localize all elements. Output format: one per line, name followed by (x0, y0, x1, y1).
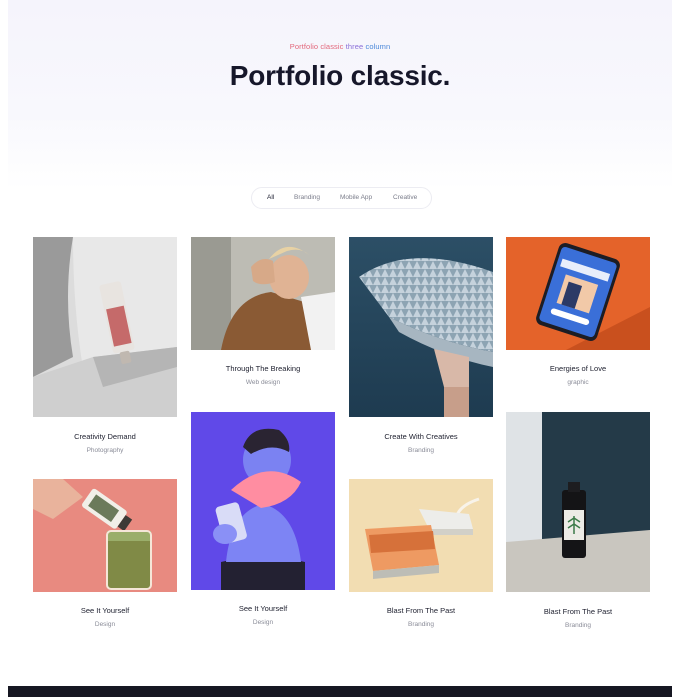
portfolio-card-through-the-breaking[interactable]: Through The Breaking Web design (191, 237, 335, 392)
eyebrow-part-2: three (343, 42, 364, 51)
page-title: Portfolio classic. (229, 60, 451, 91)
portfolio-card-creativity-demand[interactable]: Creativity Demand Photography (33, 237, 177, 459)
card-title[interactable]: Energies of Love (506, 364, 650, 373)
card-category: Branding (407, 621, 435, 628)
card-title[interactable]: Blast From The Past (349, 606, 493, 615)
eyebrow-part-3: column (363, 42, 391, 51)
card-image-bottle[interactable] (506, 412, 650, 592)
card-image-green-drink[interactable] (33, 479, 177, 592)
card-image-portrait-man[interactable] (191, 237, 335, 350)
portfolio-card-blast-from-the-past-1[interactable]: Blast From The Past Branding (349, 479, 493, 634)
card-image-cosmetic-tube[interactable] (33, 237, 177, 417)
card-category: Branding (564, 622, 592, 629)
card-title[interactable]: Through The Breaking (191, 364, 335, 373)
card-category: Branding (407, 447, 435, 454)
card-title[interactable]: Create With Creatives (349, 432, 493, 441)
card-title[interactable]: Blast From The Past (506, 607, 650, 616)
filter-creative[interactable]: Creative (393, 188, 417, 208)
filter-mobile-app[interactable]: Mobile App (340, 188, 372, 208)
filter-branding[interactable]: Branding (294, 188, 320, 208)
portfolio-card-see-it-yourself-1[interactable]: See It Yourself Design (33, 479, 177, 634)
card-image-device[interactable] (349, 479, 493, 592)
card-image-phone[interactable] (506, 237, 650, 350)
card-image-building[interactable] (349, 237, 493, 417)
page: Portfolio classic three column Portfolio… (8, 0, 672, 697)
portfolio-card-create-with-creatives[interactable]: Create With Creatives Branding (349, 237, 493, 459)
card-category: Web design (245, 379, 281, 386)
portfolio-card-see-it-yourself-2[interactable]: See It Yourself Design (191, 412, 335, 634)
card-category: Design (252, 619, 274, 626)
portfolio-card-energies-of-love[interactable]: Energies of Love graphic (506, 237, 650, 392)
card-category: Photography (86, 447, 124, 454)
portfolio-card-blast-from-the-past-2[interactable]: Blast From The Past Branding (506, 412, 650, 634)
hero-section: Portfolio classic three column Portfolio… (8, 0, 672, 190)
filter-all[interactable]: All (267, 188, 274, 208)
card-title[interactable]: See It Yourself (191, 604, 335, 613)
eyebrow-part-1: Portfolio classic (289, 42, 344, 51)
filter-bar: All Branding Mobile App Creative (251, 187, 432, 209)
hero-eyebrow: Portfolio classic three column (8, 42, 672, 51)
card-title[interactable]: Creativity Demand (33, 432, 177, 441)
card-image-3d-character[interactable] (191, 412, 335, 590)
footer-bar (8, 686, 672, 697)
card-title[interactable]: See It Yourself (33, 606, 177, 615)
card-category: graphic (567, 379, 589, 386)
card-category: Design (94, 621, 116, 628)
